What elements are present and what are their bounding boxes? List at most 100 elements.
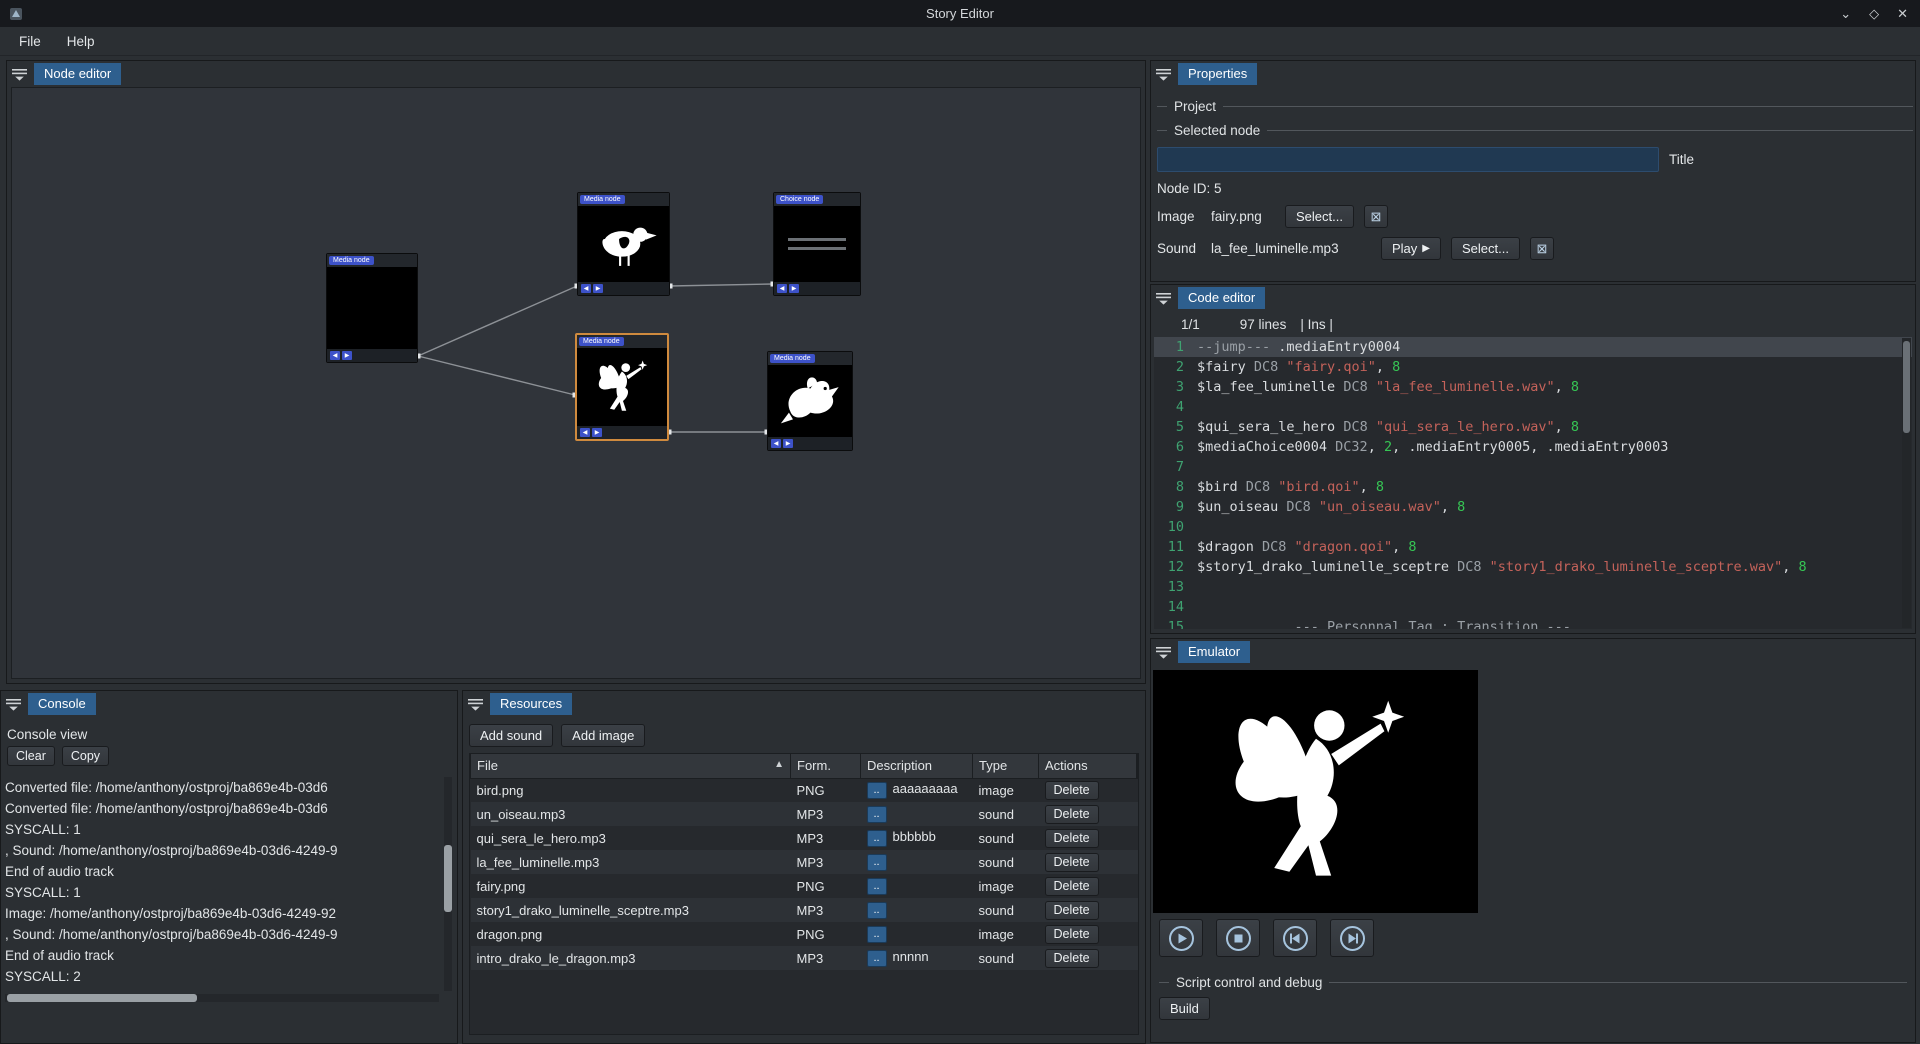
add-sound-button[interactable]: Add sound bbox=[469, 724, 553, 747]
collapse-icon[interactable] bbox=[1156, 68, 1171, 81]
console-vertical-scrollbar-thumb[interactable] bbox=[444, 845, 452, 912]
skip-forward-button[interactable] bbox=[1330, 919, 1374, 957]
next-frame-icon[interactable]: ▶ bbox=[789, 284, 799, 293]
table-row[interactable]: qui_sera_le_hero.mp3MP3..bbbbbbsoundDele… bbox=[471, 826, 1138, 850]
code-line[interactable]: 8$bird DC8 "bird.qoi", 8 bbox=[1154, 477, 1912, 497]
code-line[interactable]: 15 --- Personnal Tag : Transition --- bbox=[1154, 617, 1912, 629]
collapse-icon[interactable] bbox=[12, 68, 27, 81]
prev-frame-icon[interactable]: ◀ bbox=[580, 428, 590, 437]
edit-description-button[interactable]: .. bbox=[867, 950, 887, 967]
build-button[interactable]: Build bbox=[1159, 997, 1210, 1020]
code-line[interactable]: 13 bbox=[1154, 577, 1912, 597]
tab-console[interactable]: Console bbox=[28, 693, 96, 715]
column-header-file[interactable]: File ▲ bbox=[471, 754, 791, 778]
code-line[interactable]: 1--jump--- .mediaEntry0004 bbox=[1154, 337, 1912, 357]
code-line[interactable]: 10 bbox=[1154, 517, 1912, 537]
next-frame-icon[interactable]: ▶ bbox=[593, 284, 603, 293]
code-scrollbar-thumb[interactable] bbox=[1903, 341, 1910, 433]
table-row[interactable]: fairy.pngPNG..imageDelete bbox=[471, 874, 1138, 898]
title-input[interactable] bbox=[1157, 147, 1659, 172]
code-line[interactable]: 11$dragon DC8 "dragon.qoi", 8 bbox=[1154, 537, 1912, 557]
code-line[interactable]: 4 bbox=[1154, 397, 1912, 417]
code-line[interactable]: 14 bbox=[1154, 597, 1912, 617]
code-line[interactable]: 5$qui_sera_le_hero DC8 "qui_sera_le_hero… bbox=[1154, 417, 1912, 437]
table-row[interactable]: bird.pngPNG..aaaaaaaaaimageDelete bbox=[471, 778, 1138, 802]
code-scrollbar[interactable] bbox=[1902, 338, 1911, 628]
delete-button[interactable]: Delete bbox=[1045, 877, 1099, 896]
add-image-button[interactable]: Add image bbox=[561, 724, 645, 747]
code-line[interactable]: 9$un_oiseau DC8 "un_oiseau.wav", 8 bbox=[1154, 497, 1912, 517]
delete-button[interactable]: Delete bbox=[1045, 805, 1099, 824]
sound-play-button[interactable]: Play ▶ bbox=[1381, 237, 1441, 260]
graph-node-bird[interactable]: Media node◀▶ bbox=[577, 192, 670, 296]
delete-button[interactable]: Delete bbox=[1045, 925, 1099, 944]
code-line[interactable]: 7 bbox=[1154, 457, 1912, 477]
edit-description-button[interactable]: .. bbox=[867, 926, 887, 943]
prev-frame-icon[interactable]: ◀ bbox=[771, 439, 781, 448]
console-horizontal-scrollbar[interactable] bbox=[5, 994, 439, 1002]
image-select-button[interactable]: Select... bbox=[1285, 205, 1354, 228]
console-clear-button[interactable]: Clear bbox=[7, 746, 55, 766]
edit-description-button[interactable]: .. bbox=[867, 782, 887, 799]
delete-button[interactable]: Delete bbox=[1045, 949, 1099, 968]
maximize-button[interactable]: ◇ bbox=[1869, 6, 1879, 22]
console-copy-button[interactable]: Copy bbox=[62, 746, 109, 766]
next-frame-icon[interactable]: ▶ bbox=[783, 439, 793, 448]
delete-button[interactable]: Delete bbox=[1045, 781, 1099, 800]
table-row[interactable]: story1_drako_luminelle_sceptre.mp3MP3..s… bbox=[471, 898, 1138, 922]
tab-resources[interactable]: Resources bbox=[490, 693, 572, 715]
sound-clear-button[interactable]: ⊠ bbox=[1530, 237, 1554, 260]
console-horizontal-scrollbar-thumb[interactable] bbox=[7, 994, 197, 1002]
tab-emulator[interactable]: Emulator bbox=[1178, 641, 1250, 663]
menu-help[interactable]: Help bbox=[56, 30, 106, 53]
next-frame-icon[interactable]: ▶ bbox=[342, 351, 352, 360]
column-header-format[interactable]: Form. bbox=[791, 754, 861, 778]
skip-back-button[interactable] bbox=[1273, 919, 1317, 957]
tab-code-editor[interactable]: Code editor bbox=[1178, 287, 1265, 309]
table-row[interactable]: un_oiseau.mp3MP3..soundDelete bbox=[471, 802, 1138, 826]
prev-frame-icon[interactable]: ◀ bbox=[777, 284, 787, 293]
next-frame-icon[interactable]: ▶ bbox=[592, 428, 602, 437]
code-area[interactable]: 1--jump--- .mediaEntry00042$fairy DC8 "f… bbox=[1154, 337, 1912, 629]
delete-button[interactable]: Delete bbox=[1045, 853, 1099, 872]
edit-description-button[interactable]: .. bbox=[867, 830, 887, 847]
graph-node-dragon[interactable]: Media node◀▶ bbox=[767, 351, 853, 451]
collapse-icon[interactable] bbox=[1156, 646, 1171, 659]
edit-description-button[interactable]: .. bbox=[867, 806, 887, 823]
console-vertical-scrollbar[interactable] bbox=[444, 777, 452, 991]
graph-node-empty[interactable]: Media node◀▶ bbox=[326, 253, 418, 363]
graph-node-choice[interactable]: Choice node◀▶ bbox=[773, 192, 861, 296]
collapse-icon[interactable] bbox=[1156, 292, 1171, 305]
play-button[interactable] bbox=[1159, 919, 1203, 957]
delete-button[interactable]: Delete bbox=[1045, 901, 1099, 920]
sound-select-button[interactable]: Select... bbox=[1451, 237, 1520, 260]
column-header-description[interactable]: Description bbox=[861, 754, 973, 778]
edit-description-button[interactable]: .. bbox=[867, 902, 887, 919]
collapse-icon[interactable] bbox=[6, 698, 21, 711]
column-header-actions[interactable]: Actions bbox=[1039, 754, 1137, 778]
edit-description-button[interactable]: .. bbox=[867, 878, 887, 895]
close-button[interactable]: ✕ bbox=[1897, 6, 1908, 22]
stop-button[interactable] bbox=[1216, 919, 1260, 957]
graph-node-fairy[interactable]: Media node◀▶ bbox=[575, 333, 669, 441]
table-row[interactable]: dragon.pngPNG..imageDelete bbox=[471, 922, 1138, 946]
prev-frame-icon[interactable]: ◀ bbox=[581, 284, 591, 293]
tab-properties[interactable]: Properties bbox=[1178, 63, 1257, 85]
node-canvas[interactable]: Media node◀▶ Media node◀▶ Choice node◀▶ Med… bbox=[11, 87, 1141, 679]
code-line[interactable]: 3$la_fee_luminelle DC8 "la_fee_luminelle… bbox=[1154, 377, 1912, 397]
menu-file[interactable]: File bbox=[8, 30, 52, 53]
image-clear-button[interactable]: ⊠ bbox=[1364, 205, 1388, 228]
line-number: 14 bbox=[1154, 599, 1184, 615]
prev-frame-icon[interactable]: ◀ bbox=[330, 351, 340, 360]
minimize-button[interactable]: ⌄ bbox=[1840, 6, 1851, 22]
table-row[interactable]: la_fee_luminelle.mp3MP3..soundDelete bbox=[471, 850, 1138, 874]
tab-node-editor[interactable]: Node editor bbox=[34, 63, 121, 85]
delete-button[interactable]: Delete bbox=[1045, 829, 1099, 848]
table-row[interactable]: intro_drako_le_dragon.mp3MP3..nnnnnsound… bbox=[471, 946, 1138, 970]
edit-description-button[interactable]: .. bbox=[867, 854, 887, 871]
collapse-icon[interactable] bbox=[468, 698, 483, 711]
code-line[interactable]: 12$story1_drako_luminelle_sceptre DC8 "s… bbox=[1154, 557, 1912, 577]
code-line[interactable]: 6$mediaChoice0004 DC32, 2, .mediaEntry00… bbox=[1154, 437, 1912, 457]
code-line[interactable]: 2$fairy DC8 "fairy.qoi", 8 bbox=[1154, 357, 1912, 377]
column-header-type[interactable]: Type bbox=[973, 754, 1039, 778]
